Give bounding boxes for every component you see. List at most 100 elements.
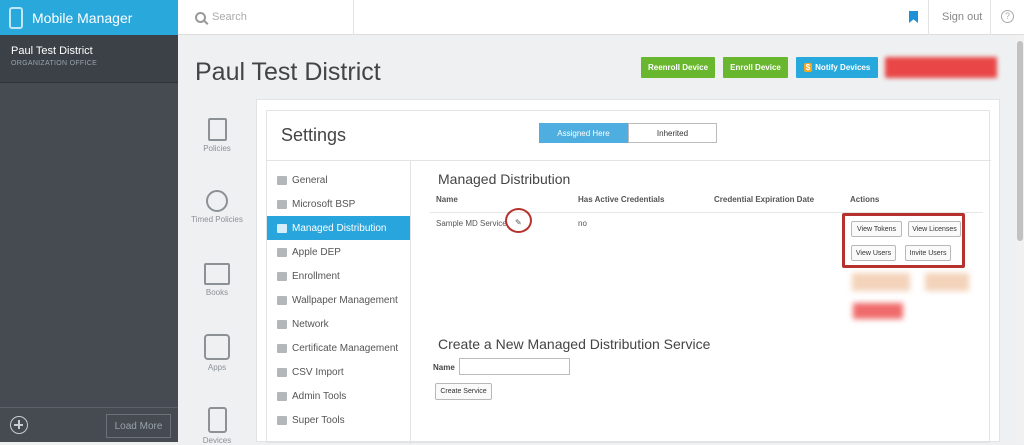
nav-books[interactable]: Books xyxy=(178,263,256,297)
column-header-has-active-credentials: Has Active Credentials xyxy=(578,195,665,204)
timer-icon xyxy=(206,190,228,212)
view-users-button[interactable]: View Users xyxy=(851,245,896,261)
settings-nav-certificate-management[interactable]: Certificate Management xyxy=(267,336,410,360)
tablet-icon xyxy=(207,407,227,433)
tab-assigned-here[interactable]: Assigned Here xyxy=(539,123,628,143)
settings-nav-general[interactable]: General xyxy=(267,168,410,192)
nav-devices-label: Devices xyxy=(202,436,232,445)
settings-nav-label: Enrollment xyxy=(292,270,340,282)
divider xyxy=(928,0,929,35)
notify-devices-label: Notify Devices xyxy=(815,63,871,72)
settings-nav-label: Super Tools xyxy=(292,414,345,426)
stack-icon xyxy=(277,223,287,233)
load-more-button[interactable]: Load More xyxy=(106,414,171,438)
notebook-icon xyxy=(207,118,227,141)
settings-title: Settings xyxy=(281,125,347,145)
settings-nav-managed-distribution[interactable]: Managed Distribution xyxy=(267,216,410,240)
redacted-button[interactable] xyxy=(885,57,997,78)
highlight-circle xyxy=(505,208,532,233)
view-tokens-button[interactable]: View Tokens xyxy=(851,221,902,237)
settings-nav-enrollment[interactable]: Enrollment xyxy=(267,264,410,288)
enroll-device-button[interactable]: Enroll Device xyxy=(723,57,788,78)
settings-nav-csv-import[interactable]: CSV Import xyxy=(267,360,410,384)
dollar-icon: $ xyxy=(803,63,813,72)
nav-devices[interactable]: Devices xyxy=(178,407,256,445)
settings-nav-admin-tools[interactable]: Admin Tools xyxy=(267,384,410,408)
tab-inherited[interactable]: Inherited xyxy=(628,123,717,143)
divider xyxy=(410,160,411,444)
org-sidebar: Paul Test District ORGANIZATION OFFICE L… xyxy=(0,35,178,442)
create-service-title: Create a New Managed Distribution Servic… xyxy=(438,336,711,352)
nav-timed-policies[interactable]: Timed Policies xyxy=(178,190,256,224)
settings-nav-label: Network xyxy=(292,318,329,330)
nav-policies[interactable]: Policies xyxy=(178,118,256,153)
service-name-input[interactable] xyxy=(459,358,570,375)
column-header-name: Name xyxy=(436,195,458,204)
settings-nav-wallpaper-management[interactable]: Wallpaper Management xyxy=(267,288,410,312)
search-input[interactable]: Search xyxy=(212,11,247,23)
bookmark-icon[interactable] xyxy=(909,11,918,23)
page-scrollbar[interactable] xyxy=(1016,35,1024,442)
settings-nav-label: Managed Distribution xyxy=(292,222,387,234)
notify-devices-button[interactable]: $ Notify Devices xyxy=(796,57,878,78)
wifi-icon xyxy=(277,319,287,329)
service-name: Sample MD Service xyxy=(436,219,507,228)
file-icon xyxy=(277,367,287,377)
briefcase-icon xyxy=(277,391,287,401)
nav-policies-label: Policies xyxy=(203,144,231,153)
column-header-credential-expiration: Credential Expiration Date xyxy=(714,195,815,204)
app-title: Mobile Manager xyxy=(32,9,133,26)
search-icon xyxy=(195,11,206,23)
org-selected[interactable]: Paul Test District ORGANIZATION OFFICE xyxy=(0,35,178,83)
create-service-button[interactable]: Create Service xyxy=(435,383,492,400)
settings-panel: Settings Assigned Here Inherited General… xyxy=(266,110,991,444)
nav-timed-policies-label: Timed Policies xyxy=(191,215,243,224)
settings-nav-apple-dep[interactable]: Apple DEP xyxy=(267,240,410,264)
sign-out-link[interactable]: Sign out xyxy=(942,11,982,23)
settings-nav-label: CSV Import xyxy=(292,366,344,378)
nav-books-label: Books xyxy=(205,288,229,297)
reenroll-device-button[interactable]: Reenroll Device xyxy=(641,57,715,78)
managed-distribution-title: Managed Distribution xyxy=(438,171,571,187)
settings-nav-super-tools[interactable]: Super Tools xyxy=(267,408,410,432)
divider xyxy=(990,0,991,35)
book-icon xyxy=(204,263,230,285)
name-label: Name xyxy=(433,363,455,372)
settings-nav-microsoft-bsp[interactable]: Microsoft BSP xyxy=(267,192,410,216)
settings-nav: General Microsoft BSP Managed Distributi… xyxy=(267,160,410,432)
settings-nav-network[interactable]: Network xyxy=(267,312,410,336)
org-subtitle: ORGANIZATION OFFICE xyxy=(11,60,98,67)
settings-card: Settings Assigned Here Inherited General… xyxy=(256,99,1000,444)
tablet-icon xyxy=(277,271,287,281)
windows-icon xyxy=(277,199,287,209)
apps-icon xyxy=(204,334,230,360)
settings-nav-label: Admin Tools xyxy=(292,390,347,402)
add-icon[interactable] xyxy=(10,416,28,434)
settings-nav-label: Apple DEP xyxy=(292,246,341,258)
key-icon xyxy=(277,343,287,353)
top-bar: Search Sign out ? xyxy=(178,0,1024,35)
invite-users-button[interactable]: Invite Users xyxy=(905,245,951,261)
redacted-area xyxy=(853,303,903,319)
settings-nav-label: Wallpaper Management xyxy=(292,294,398,306)
scrollbar-thumb[interactable] xyxy=(1017,41,1023,241)
page-title: Paul Test District xyxy=(195,58,381,86)
redacted-area xyxy=(925,273,969,291)
gear-icon xyxy=(277,175,287,185)
settings-nav-label: Microsoft BSP xyxy=(292,198,356,210)
help-icon[interactable]: ? xyxy=(1001,10,1014,23)
search-box[interactable]: Search xyxy=(178,0,354,35)
has-active-credentials-value: no xyxy=(578,219,587,228)
sidebar-footer: Load More xyxy=(0,407,178,442)
app-header: Mobile Manager xyxy=(0,0,178,35)
view-licenses-button[interactable]: View Licenses xyxy=(908,221,961,237)
nav-apps[interactable]: Apps xyxy=(178,334,256,372)
briefcase-icon xyxy=(277,415,287,425)
org-name: Paul Test District xyxy=(11,45,93,57)
nav-apps-label: Apps xyxy=(207,363,227,372)
column-header-actions: Actions xyxy=(850,195,880,204)
settings-nav-label: Certificate Management xyxy=(292,342,399,354)
settings-nav-label: General xyxy=(292,174,328,186)
redacted-area xyxy=(852,273,910,291)
device-icon xyxy=(277,295,287,305)
